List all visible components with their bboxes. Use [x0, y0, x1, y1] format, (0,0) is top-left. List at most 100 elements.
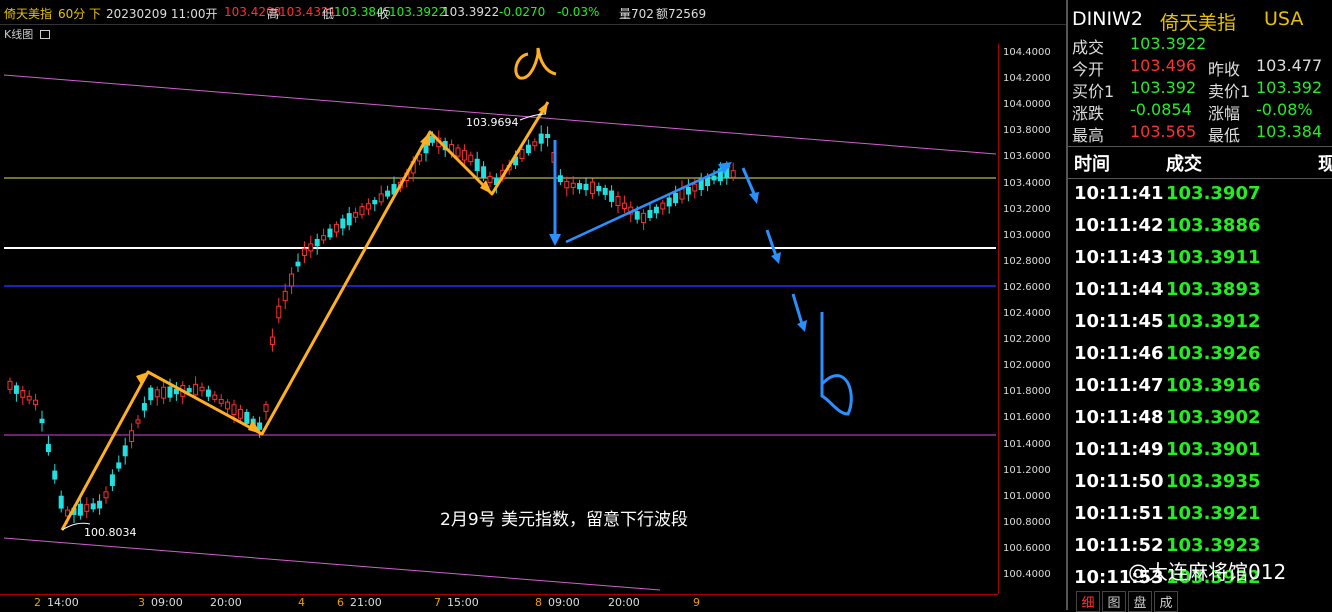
candle-body [276, 305, 282, 319]
trade-label: 成交 [1072, 38, 1105, 57]
candle-body [596, 185, 602, 192]
price-tick: 101.8000 [1003, 386, 1051, 398]
candle-body [58, 495, 64, 509]
high-value: 103.565 [1130, 122, 1197, 141]
price-tick: 102.8000 [1003, 255, 1051, 267]
candle-body [468, 154, 474, 163]
candle-body [711, 175, 717, 181]
candle-body [161, 386, 167, 399]
price-tick: 103.2000 [1003, 203, 1051, 215]
candle-body [45, 444, 51, 452]
candle-body [583, 183, 589, 191]
period-label[interactable]: 60分 [58, 5, 85, 22]
market: USA [1264, 8, 1304, 30]
tick-price: 103.3916 [1166, 375, 1261, 396]
price-tick: 103.6000 [1003, 151, 1051, 163]
candle-body [519, 149, 525, 159]
tick-time: 10:11:45 [1074, 311, 1164, 332]
candle-body [455, 147, 461, 157]
chart-title[interactable]: K线图 [4, 26, 50, 42]
col-trade: 成交 [1166, 154, 1202, 175]
prev-close-value: 103.477 [1256, 56, 1323, 75]
col-extra: 现 [1318, 154, 1332, 175]
time-tick: 14:00 [47, 596, 79, 609]
candle-body [564, 180, 570, 189]
tick-price: 103.3935 [1166, 471, 1261, 492]
window-icon[interactable] [39, 30, 50, 39]
price-tick: 101.6000 [1003, 412, 1051, 424]
tick-price: 103.3902 [1166, 407, 1261, 428]
price-tick: 101.2000 [1003, 464, 1051, 476]
candle-body [385, 190, 391, 197]
time-tick: 21:00 [350, 596, 382, 609]
candle-body [730, 170, 736, 178]
low-label: 最低 [1208, 126, 1241, 145]
candle-body [173, 388, 179, 395]
candle-body [666, 197, 672, 207]
price-tick: 104.2000 [1003, 73, 1051, 85]
tick-price: 103.3907 [1166, 183, 1261, 204]
time-tick: 9 [693, 596, 700, 609]
candle-body [13, 385, 19, 394]
candle-body [289, 273, 295, 287]
candle-body [52, 470, 58, 480]
panel-tab[interactable]: 成 [1154, 591, 1178, 612]
price-tick: 102.0000 [1003, 360, 1051, 372]
candle-body [103, 491, 109, 499]
time-tick: 3 [138, 596, 145, 609]
candle-body [538, 133, 544, 144]
analysis-annotation: 2月9号 美元指数，留意下行波段 [440, 510, 688, 530]
candle-body [122, 445, 128, 457]
trade-value: 103.3922 [1130, 34, 1207, 53]
panel-tab[interactable]: 细 [1076, 591, 1100, 612]
candle-body [237, 408, 243, 419]
price-tick: 101.4000 [1003, 438, 1051, 450]
candle-body [647, 209, 653, 219]
quote-panel: DINIW2 倚天美指 USA 成交 103.3922 今开 103.496 昨… [1066, 0, 1332, 612]
price-tick: 101.0000 [1003, 490, 1051, 502]
price-tick: 104.0000 [1003, 99, 1051, 111]
time-tick: 15:00 [447, 596, 479, 609]
candle-body [359, 206, 365, 216]
candle-body [353, 212, 359, 218]
candle-body [634, 211, 640, 220]
candle-body [20, 390, 26, 398]
col-time: 时间 [1074, 154, 1110, 175]
time-tick: 6 [337, 596, 344, 609]
candle-body [692, 183, 698, 192]
candle-body [685, 187, 691, 195]
price-tick: 100.8000 [1003, 516, 1051, 528]
amount: 额72569 [656, 7, 707, 21]
candle-body [77, 503, 83, 516]
time-tick: 4 [298, 596, 305, 609]
candle-body [97, 500, 103, 509]
time-tick: 2 [34, 596, 41, 609]
bar-change-pct: -0.03% [557, 5, 600, 19]
candlestick-chart[interactable]: 103.9694 100.8034 2月9号 美元指数，留意下行波段 [0, 44, 998, 594]
candle-body [673, 192, 679, 204]
price-tick: 103.0000 [1003, 229, 1051, 241]
tick-time: 10:11:52 [1074, 535, 1164, 556]
panel-tab[interactable]: 盘 [1128, 591, 1152, 612]
candle-body [295, 261, 301, 267]
candle-body [321, 235, 327, 241]
candle-body [589, 181, 595, 195]
high-label: 高 [267, 7, 280, 21]
candle-body [340, 218, 346, 229]
tick-price: 103.3921 [1166, 503, 1261, 524]
price-tick: 104.4000 [1003, 47, 1051, 58]
candle-body [33, 399, 39, 406]
candle-body [660, 202, 666, 210]
candle-body [679, 188, 685, 200]
prev-close-label: 昨收 [1208, 60, 1241, 79]
candle-body [372, 200, 378, 205]
panel-tab[interactable]: 图 [1102, 591, 1126, 612]
candle-body [314, 238, 320, 247]
candle-body [263, 404, 269, 412]
volume: 量702 [619, 7, 654, 21]
candle-body [301, 248, 307, 256]
candle-body [199, 386, 205, 392]
candle-body [474, 158, 480, 172]
low-label: 低 [322, 7, 335, 21]
candle-body [148, 387, 154, 401]
